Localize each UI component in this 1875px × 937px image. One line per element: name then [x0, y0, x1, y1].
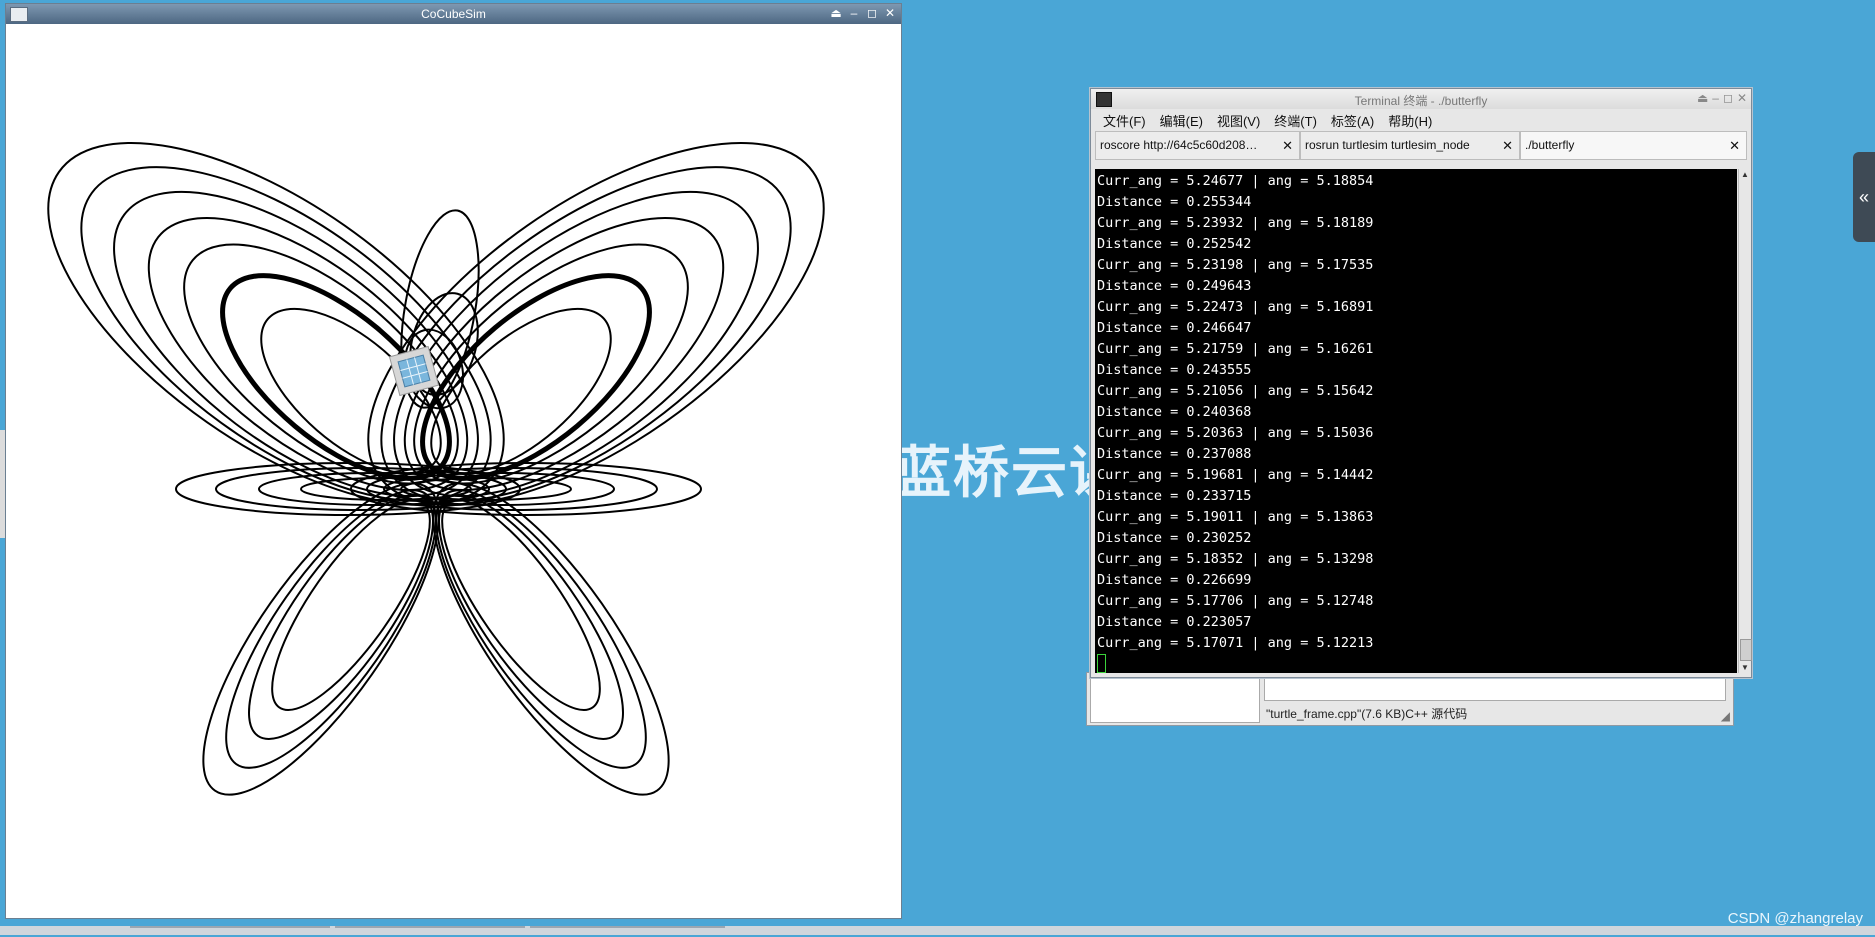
terminal-output[interactable]: Curr_ang = 5.24677 | ang = 5.18854 Distan…	[1095, 169, 1752, 673]
terminal-line: Distance = 0.249643	[1097, 278, 1252, 294]
sim-titlebar[interactable]: CoCubeSim ⏏ – ◻ ✕	[6, 4, 901, 24]
terminal-line: Distance = 0.237088	[1097, 446, 1252, 462]
terminal-line: Curr_ang = 5.22473 | ang = 5.16891	[1097, 299, 1374, 315]
terminal-line: Distance = 0.246647	[1097, 320, 1252, 336]
close-button[interactable]: ✕	[1737, 91, 1747, 105]
tab-roscore[interactable]: roscore http://64c5c60d208… ✕	[1095, 131, 1300, 159]
terminal-line: Distance = 0.223057	[1097, 614, 1252, 630]
scroll-down-icon[interactable]: ▼	[1740, 663, 1750, 672]
terminal-scrollbar[interactable]: ▲ ▼	[1738, 169, 1752, 673]
terminal-text: Curr_ang = 5.24677 | ang = 5.18854 Distan…	[1097, 171, 1373, 654]
menu-view[interactable]: 视图(V)	[1217, 111, 1260, 130]
close-tab-icon[interactable]: ✕	[1502, 138, 1513, 154]
tab-label: roscore http://64c5c60d208…	[1100, 138, 1258, 152]
menu-help[interactable]: 帮助(H)	[1388, 111, 1432, 130]
editor-window: "turtle_frame.cpp"(7.6 KB)C++ 源代码 ◢	[1086, 672, 1734, 726]
tab-label: ./butterfly	[1525, 138, 1575, 152]
terminal-line: Curr_ang = 5.21759 | ang = 5.16261	[1097, 341, 1374, 357]
tab-label: rosrun turtlesim turtlesim_node	[1305, 138, 1470, 152]
terminal-line: Distance = 0.252542	[1097, 236, 1252, 252]
resize-grip-icon[interactable]: ◢	[1721, 709, 1730, 723]
terminal-line: Curr_ang = 5.24677 | ang = 5.18854	[1097, 173, 1374, 189]
minimize-button[interactable]: –	[1712, 91, 1719, 105]
terminal-titlebar[interactable]: Terminal 终端 - ./butterfly ⏏ – ◻ ✕	[1091, 89, 1751, 109]
terminal-line: Curr_ang = 5.17071 | ang = 5.12213	[1097, 635, 1374, 651]
editor-status: "turtle_frame.cpp"(7.6 KB)C++ 源代码	[1266, 707, 1468, 721]
terminal-menubar: 文件(F) 编辑(E) 视图(V) 终端(T) 标签(A) 帮助(H)	[1091, 109, 1751, 131]
double-chevron-left-icon: «	[1858, 186, 1869, 207]
menu-edit[interactable]: 编辑(E)	[1160, 111, 1203, 130]
minimize-button[interactable]: –	[847, 6, 861, 20]
terminal-cursor	[1097, 654, 1106, 673]
close-tab-icon[interactable]: ✕	[1729, 138, 1740, 154]
terminal-tabs: roscore http://64c5c60d208… ✕ rosrun tur…	[1095, 131, 1747, 160]
close-button[interactable]: ✕	[883, 6, 897, 20]
terminal-line: Distance = 0.255344	[1097, 194, 1252, 210]
csdn-credit: CSDN @zhangrelay	[1727, 910, 1863, 927]
terminal-line: Curr_ang = 5.20363 | ang = 5.15036	[1097, 425, 1374, 441]
taskbar-item[interactable]	[130, 926, 330, 937]
terminal-window: Terminal 终端 - ./butterfly ⏏ – ◻ ✕ 文件(F) …	[1090, 88, 1752, 678]
taskbar-item[interactable]	[335, 926, 525, 937]
terminal-title: Terminal 终端 - ./butterfly	[1354, 94, 1488, 108]
scroll-thumb[interactable]	[1740, 639, 1752, 661]
terminal-line: Curr_ang = 5.21056 | ang = 5.15642	[1097, 383, 1374, 399]
terminal-line: Distance = 0.240368	[1097, 404, 1252, 420]
terminal-line: Curr_ang = 5.19011 | ang = 5.13863	[1097, 509, 1374, 525]
terminal-line: Curr_ang = 5.18352 | ang = 5.13298	[1097, 551, 1374, 567]
terminal-line: Distance = 0.233715	[1097, 488, 1252, 504]
terminal-line: Curr_ang = 5.23932 | ang = 5.18189	[1097, 215, 1374, 231]
tab-butterfly[interactable]: ./butterfly ✕	[1520, 131, 1747, 159]
sim-window-title: CoCubeSim	[421, 7, 486, 21]
maximize-button[interactable]: ◻	[1723, 91, 1733, 105]
terminal-line: Distance = 0.226699	[1097, 572, 1252, 588]
taskbar-item[interactable]	[530, 926, 725, 937]
maximize-button[interactable]: ◻	[865, 6, 879, 20]
menu-file[interactable]: 文件(F)	[1103, 111, 1146, 130]
editor-side-panel[interactable]	[1090, 677, 1260, 723]
terminal-line: Curr_ang = 5.17706 | ang = 5.12748	[1097, 593, 1374, 609]
close-tab-icon[interactable]: ✕	[1282, 138, 1293, 154]
terminal-line: Curr_ang = 5.23198 | ang = 5.17535	[1097, 257, 1374, 273]
editor-text-area[interactable]	[1264, 677, 1726, 701]
menu-tabs[interactable]: 标签(A)	[1331, 111, 1374, 130]
scroll-up-icon[interactable]: ▲	[1740, 170, 1750, 179]
terminal-line: Curr_ang = 5.19681 | ang = 5.14442	[1097, 467, 1374, 483]
sim-canvas	[47, 141, 825, 796]
terminal-line: Distance = 0.243555	[1097, 362, 1252, 378]
shade-button[interactable]: ⏏	[829, 6, 843, 20]
right-panel-tab[interactable]: «	[1853, 152, 1875, 242]
terminal-line: Distance = 0.230252	[1097, 530, 1252, 546]
shade-button[interactable]: ⏏	[1697, 91, 1708, 105]
menu-terminal[interactable]: 终端(T)	[1274, 111, 1317, 130]
cocubesim-window: CoCubeSim ⏏ – ◻ ✕	[5, 3, 902, 919]
butterfly-trajectory	[47, 141, 825, 796]
tab-turtlesim[interactable]: rosrun turtlesim turtlesim_node ✕	[1300, 131, 1520, 159]
